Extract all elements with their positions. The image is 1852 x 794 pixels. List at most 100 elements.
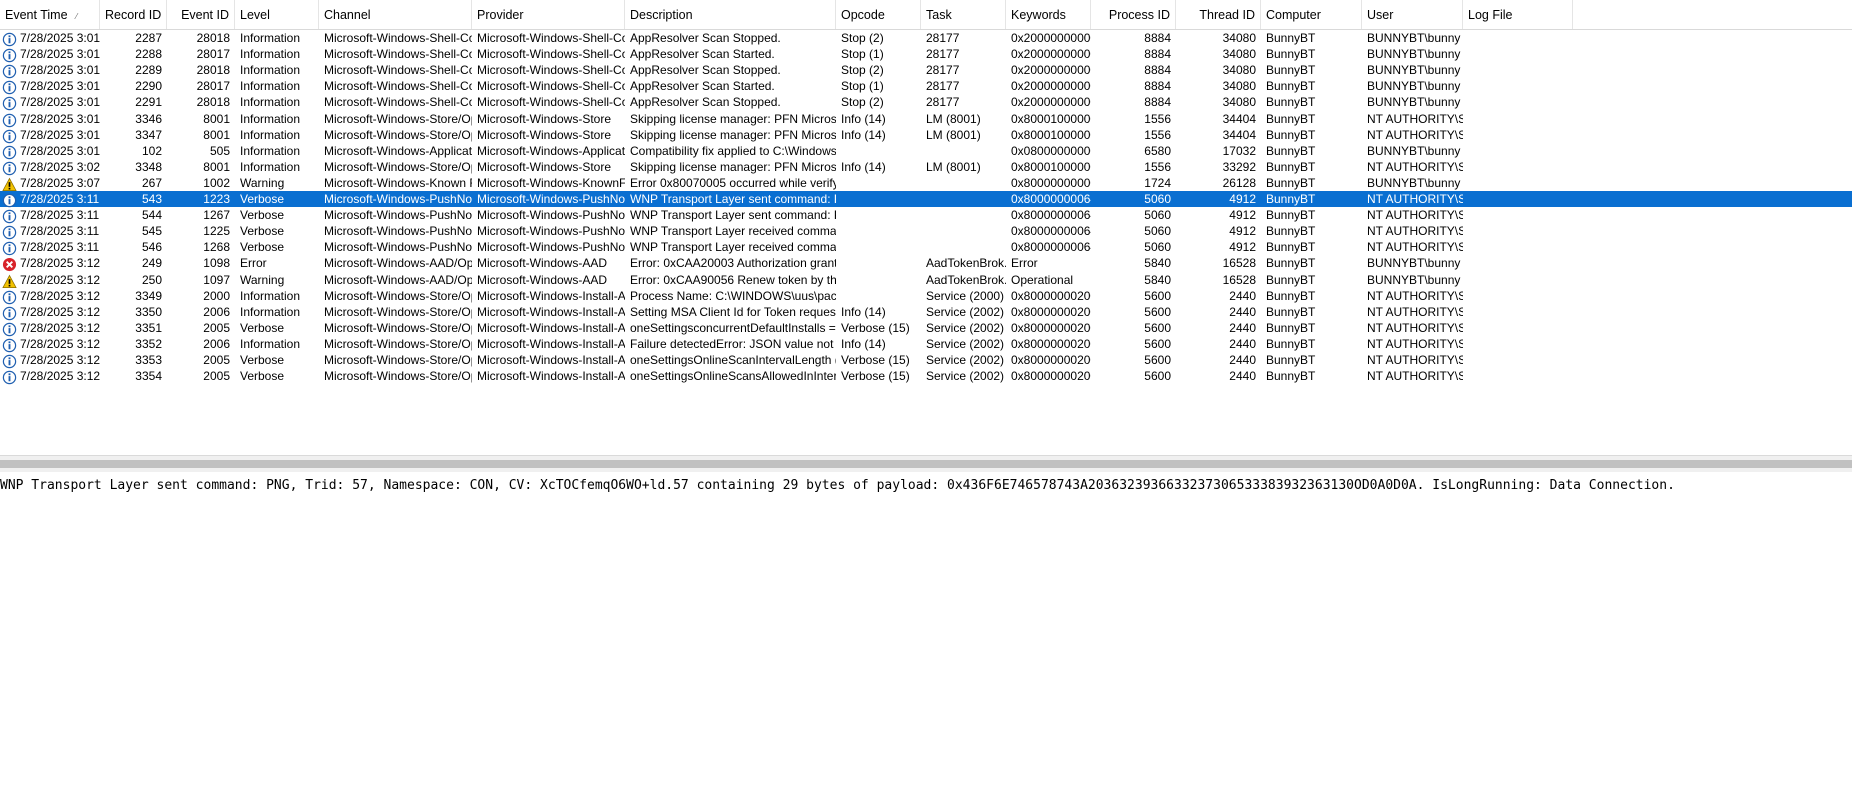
- cell-desc: Error: 0xCAA20003 Authorization grant fa…: [630, 256, 836, 271]
- cell-eid: 2005: [203, 353, 230, 367]
- column-header-channel[interactable]: Channel: [319, 0, 472, 29]
- cell-computer: BunnyBT: [1266, 95, 1316, 110]
- column-header-level[interactable]: Level: [235, 0, 319, 29]
- cell-time: 7/28/2025 3:12:2...: [20, 336, 100, 351]
- cell-desc: Process Name: C:\WINDOWS\uus\package...: [630, 288, 836, 303]
- table-row[interactable]: 7/28/2025 3:01:2... 2287 28018 Information M…: [0, 30, 1852, 47]
- cell-computer: BunnyBT: [1266, 208, 1316, 223]
- cell-time: 7/28/2025 3:12:2...: [20, 272, 100, 287]
- table-row[interactable]: 7/28/2025 3:07:5... 267 1002 Warning Microso…: [0, 175, 1852, 191]
- table-row[interactable]: 7/28/2025 3:12:2... 3353 2005 Verbose Micros…: [0, 352, 1852, 369]
- column-header-rid[interactable]: Record ID: [100, 0, 167, 29]
- table-row[interactable]: 7/28/2025 3:01:4... 3347 8001 Information Mi…: [0, 127, 1852, 143]
- column-header-provider[interactable]: Provider: [472, 0, 625, 29]
- cell-opcode: Stop (1): [841, 47, 884, 62]
- table-row[interactable]: 7/28/2025 3:01:2... 2289 28018 Information M…: [0, 62, 1852, 79]
- cell-opcode: [836, 143, 921, 159]
- column-header-pid[interactable]: Process ID: [1091, 0, 1176, 29]
- column-header-eid[interactable]: Event ID: [167, 0, 235, 29]
- cell-user: BUNNYBT\bunny: [1367, 175, 1461, 190]
- column-header-desc[interactable]: Description: [625, 0, 836, 29]
- cell-opcode: Stop (2): [841, 63, 884, 78]
- cell-time: 7/28/2025 3:11:0...: [20, 240, 100, 255]
- table-row[interactable]: 7/28/2025 3:01:4... 102 505 Information Micr…: [0, 143, 1852, 159]
- table-row-partial: [0, 384, 1852, 389]
- table-row[interactable]: 7/28/2025 3:12:2... 3349 2000 Information Mi…: [0, 288, 1852, 304]
- cell-task: [921, 143, 1006, 159]
- cell-desc: Skipping license manager: PFN Microsoft.…: [630, 127, 836, 142]
- cell-opcode: Verbose (15): [841, 320, 910, 335]
- column-header-user[interactable]: User: [1362, 0, 1463, 29]
- column-header-opcode[interactable]: Opcode: [836, 0, 921, 29]
- cell-task: [921, 239, 1006, 255]
- cell-opcode: Verbose (15): [841, 353, 910, 367]
- cell-level: Information: [240, 111, 301, 126]
- cell-eid: 505: [209, 143, 230, 158]
- cell-keywords: 0x80000000000...: [1011, 175, 1091, 190]
- table-row[interactable]: 7/28/2025 3:12:2... 3351 2005 Verbose Micros…: [0, 320, 1852, 336]
- cell-channel: Microsoft-Windows-Shell-Cor...: [324, 31, 472, 45]
- cell-tid: 34080: [1222, 63, 1256, 78]
- cell-eid: 28018: [196, 31, 230, 45]
- cell-logfile: [1463, 143, 1573, 159]
- table-row[interactable]: 7/28/2025 3:11:0... 546 1268 Verbose Microso…: [0, 239, 1852, 256]
- table-row[interactable]: 7/28/2025 3:02:4... 3348 8001 Information Mi…: [0, 159, 1852, 175]
- table-row[interactable]: 7/28/2025 3:01:3... 2291 28018 Information M…: [0, 94, 1852, 111]
- cell-channel: Microsoft-Windows-Store/Op...: [324, 369, 472, 384]
- cell-pid: 5600: [1144, 336, 1171, 351]
- table-row[interactable]: 7/28/2025 3:11:0... 544 1267 Verbose Microso…: [0, 207, 1852, 224]
- column-header-keywords[interactable]: Keywords: [1006, 0, 1091, 29]
- table-row[interactable]: 7/28/2025 3:12:2... 3354 2005 Verbose Micros…: [0, 368, 1852, 385]
- cell-eid: 1225: [203, 224, 230, 239]
- table-row-selected[interactable]: 7/28/2025 3:11:0... 543 1223 Verbose Microso…: [0, 191, 1852, 208]
- cell-tid: 16528: [1222, 256, 1256, 271]
- cell-desc: oneSettingsconcurrentDefaultInstalls = 3…: [630, 320, 836, 335]
- cell-opcode: Info (14): [841, 159, 886, 174]
- cell-desc: oneSettingsOnlineScanIntervalLength (in …: [630, 353, 836, 367]
- column-header-logfile[interactable]: Log File: [1463, 0, 1573, 29]
- cell-level: Verbose: [240, 320, 285, 335]
- table-row[interactable]: 7/28/2025 3:01:4... 3346 8001 Information Mi…: [0, 111, 1852, 127]
- cell-task: AadTokenBrok...: [926, 272, 1006, 287]
- table-row[interactable]: 7/28/2025 3:01:2... 2288 28017 Information M…: [0, 46, 1852, 63]
- cell-tid: 2440: [1229, 336, 1256, 351]
- table-row[interactable]: 7/28/2025 3:11:0... 545 1225 Verbose Microso…: [0, 223, 1852, 240]
- cell-pid: 8884: [1144, 79, 1171, 94]
- table-row[interactable]: 7/28/2025 3:12:2... 3350 2006 Information Mi…: [0, 304, 1852, 320]
- cell-level: Information: [240, 127, 301, 142]
- cell-rid: 102: [141, 143, 162, 158]
- cell-level: Information: [240, 288, 301, 303]
- column-header-tid[interactable]: Thread ID: [1176, 0, 1261, 29]
- cell-logfile: [1463, 78, 1573, 94]
- cell-channel: Microsoft-Windows-Known F...: [324, 175, 472, 190]
- cell-pid: 1724: [1144, 175, 1171, 190]
- table-row[interactable]: 7/28/2025 3:12:2... 3352 2006 Information Mi…: [0, 336, 1852, 353]
- cell-provider: Microsoft-Windows-Applicati...: [477, 143, 625, 158]
- cell-logfile: [1463, 94, 1573, 110]
- cell-logfile: [1463, 127, 1573, 143]
- cell-logfile: [1463, 191, 1573, 207]
- cell-provider: Microsoft-Windows-Install-A...: [477, 320, 625, 335]
- cell-user: NT AUTHORITY\S...: [1367, 288, 1463, 303]
- table-row[interactable]: 7/28/2025 3:01:3... 2290 28017 Information M…: [0, 78, 1852, 95]
- column-header-computer[interactable]: Computer: [1261, 0, 1362, 29]
- horizontal-scrollbar-thumb[interactable]: [0, 460, 1852, 468]
- column-header-task[interactable]: Task: [921, 0, 1006, 29]
- table-row[interactable]: 7/28/2025 3:12:2... 250 1097 Warning Microso…: [0, 272, 1852, 288]
- cell-rid: 544: [141, 208, 162, 223]
- cell-eid: 28018: [196, 95, 230, 110]
- cell-provider: Microsoft-Windows-Install-A...: [477, 288, 625, 303]
- column-header-time[interactable]: Event Time: [0, 0, 100, 29]
- cell-task: [921, 175, 1006, 191]
- cell-keywords: 0x20000000000...: [1011, 47, 1091, 62]
- cell-level: Verbose: [240, 369, 285, 384]
- cell-logfile: [1463, 336, 1573, 352]
- cell-provider: Microsoft-Windows-Install-A...: [477, 304, 625, 319]
- cell-keywords: 0x20000000000...: [1011, 79, 1091, 94]
- cell-computer: BunnyBT: [1266, 288, 1316, 303]
- table-row[interactable]: 7/28/2025 3:12:2... 249 1098 Error Microsoft…: [0, 255, 1852, 272]
- cell-pid: 5060: [1144, 192, 1171, 206]
- cell-pid: 5060: [1144, 224, 1171, 239]
- cell-user: BUNNYBT\bunny: [1367, 256, 1461, 271]
- cell-eid: 28017: [196, 47, 230, 62]
